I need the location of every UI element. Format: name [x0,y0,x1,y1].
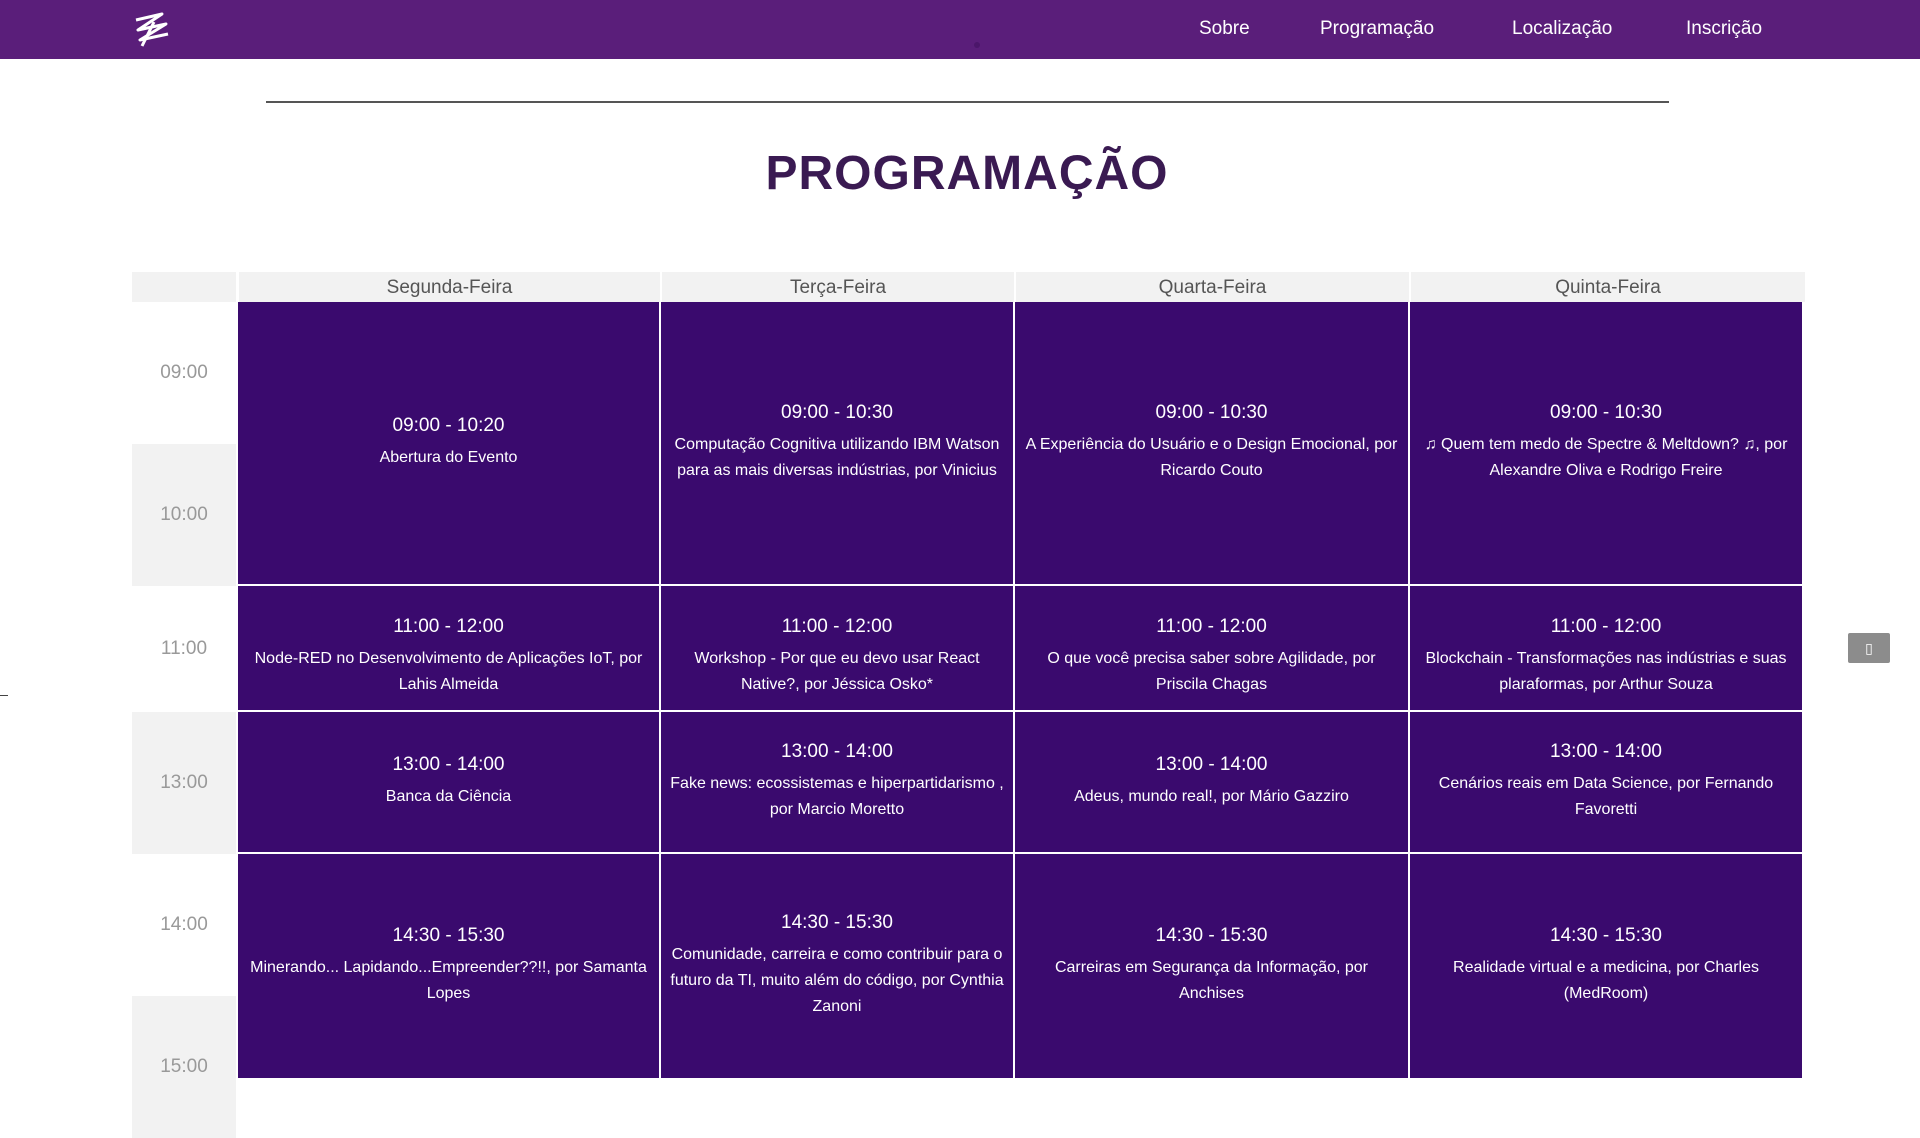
page-title: PROGRAMAÇÃO [765,147,1169,200]
nav-link-inscricao[interactable]: Inscrição [1686,18,1762,40]
schedule-slot[interactable]: 14:30 - 15:30 Minerando... Lapidando...E… [238,854,661,1080]
schedule-slot[interactable]: 13:00 - 14:00 Cenários reais em Data Sci… [1410,712,1804,854]
schedule-slot[interactable]: 11:00 - 12:00 O que você precisa saber s… [1015,586,1410,712]
slot-time: 09:00 - 10:30 [1155,402,1268,423]
slot-time: 14:30 - 15:30 [781,912,893,933]
schedule-slot[interactable]: 09:00 - 10:30 ♫ Quem tem medo de Spectre… [1410,302,1804,586]
nav-dot [974,42,980,48]
slot-title: Abertura do Evento [379,449,518,466]
slot-title: Adeus, mundo real!, por Mário Gazziro [1074,788,1349,805]
day-header-quinta: Quinta-Feira [1410,272,1805,302]
edge-marker [0,695,8,696]
day-header-quarta: Quarta-Feira [1015,272,1409,302]
nav-link-programacao[interactable]: Programação [1320,18,1434,40]
slot-time: 13:00 - 14:00 [392,754,505,775]
slot-title: Workshop - Por que eu devo usar React Na… [694,650,980,693]
top-navbar: Sobre Programação Localização Inscrição [0,0,1920,59]
schedule-slot[interactable]: 14:30 - 15:30 Comunidade, carreira e com… [661,854,1015,1080]
schedule-slot[interactable]: 11:00 - 12:00 Node-RED no Desenvolviment… [238,586,661,712]
nav-link-localizacao[interactable]: Localização [1512,18,1612,40]
schedule-slot[interactable]: 09:00 - 10:30 A Experiência do Usuário e… [1015,302,1410,586]
time-label: 09:00 [132,302,236,444]
schedule-slot[interactable]: 14:30 - 15:30 Carreiras em Segurança da … [1015,854,1410,1080]
slot-title: ♫ Quem tem medo de Spectre & Meltdown? ♫… [1424,436,1788,479]
slot-title: Banca da Ciência [385,788,512,805]
slot-title: Computação Cognitiva utilizando IBM Wats… [674,436,1000,479]
slot-time: 13:00 - 14:00 [781,741,893,762]
nav-link-sobre[interactable]: Sobre [1199,18,1250,40]
schedule-grid: Segunda-Feira Terça-Feira Quarta-Feira Q… [132,272,1805,1138]
schedule-slot[interactable]: 09:00 - 10:20 Abertura do Evento [238,302,661,586]
zigzag-logo-icon[interactable] [128,10,174,50]
slot-title: A Experiência do Usuário e o Design Emoc… [1025,436,1398,479]
schedule-slot[interactable]: 13:00 - 14:00 Fake news: ecossistemas e … [661,712,1015,854]
slot-time: 11:00 - 12:00 [393,616,504,637]
schedule-slot[interactable]: 11:00 - 12:00 Workshop - Por que eu devo… [661,586,1015,712]
slot-time: 14:30 - 15:30 [1550,925,1662,946]
slot-title: Node-RED no Desenvolvimento de Aplicaçõe… [254,650,643,693]
slot-title: Blockchain - Transformações nas indústri… [1425,650,1787,693]
schedule-slot[interactable]: 11:00 - 12:00 Blockchain - Transformaçõe… [1410,586,1804,712]
time-label: 15:00 [132,996,236,1138]
slot-title: O que você precisa saber sobre Agilidade… [1047,650,1376,693]
slot-time: 09:00 - 10:20 [392,415,505,436]
slot-time: 09:00 - 10:30 [1550,402,1662,423]
scroll-top-icon: ▯ [1865,639,1873,656]
slot-time: 14:30 - 15:30 [392,925,505,946]
slot-title: Comunidade, carreira e como contribuir p… [670,946,1004,1015]
slot-title: Cenários reais em Data Science, por Fern… [1438,775,1774,818]
slot-title: Carreiras em Segurança da Informação, po… [1054,959,1369,1002]
schedule-slot[interactable]: 13:00 - 14:00 Banca da Ciência [238,712,661,854]
slot-time: 13:00 - 14:00 [1550,741,1662,762]
slot-title: Fake news: ecossistemas e hiperpartidari… [670,775,1004,818]
day-header-segunda: Segunda-Feira [238,272,660,302]
slot-time: 11:00 - 12:00 [1156,616,1267,637]
slot-time: 11:00 - 12:00 [781,616,893,637]
slot-time: 09:00 - 10:30 [781,402,893,423]
slot-time: 14:30 - 15:30 [1155,925,1268,946]
scroll-top-button[interactable]: ▯ [1848,633,1890,663]
schedule-slot[interactable]: 13:00 - 14:00 Adeus, mundo real!, por Má… [1015,712,1410,854]
slot-time: 13:00 - 14:00 [1155,754,1268,775]
schedule-slot[interactable]: 14:30 - 15:30 Realidade virtual e a medi… [1410,854,1804,1080]
schedule-slot[interactable]: 09:00 - 10:30 Computação Cognitiva utili… [661,302,1015,586]
time-label: 10:00 [132,444,236,586]
slot-title: Realidade virtual e a medicina, por Char… [1453,959,1759,1002]
time-label: 13:00 [132,712,236,854]
time-label: 14:00 [132,854,236,996]
time-label: 11:00 [132,586,236,712]
section-divider [266,101,1669,103]
day-header-terca: Terça-Feira [661,272,1014,302]
schedule-corner [132,272,236,302]
slot-title: Minerando... Lapidando...Empreender??!!,… [250,959,647,1002]
slot-time: 11:00 - 12:00 [1550,616,1662,637]
